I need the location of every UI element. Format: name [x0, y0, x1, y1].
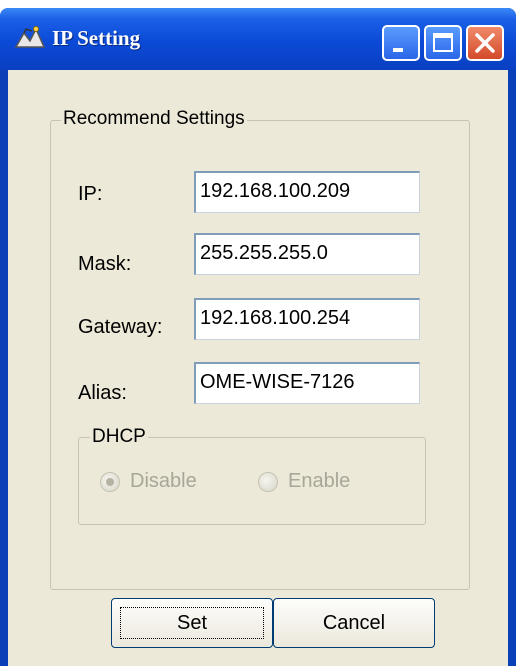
close-button[interactable]	[466, 25, 504, 61]
minimize-icon	[393, 48, 403, 52]
ip-label: IP:	[78, 183, 103, 205]
mask-field[interactable]: 255.255.255.0	[194, 233, 420, 275]
gateway-label: Gateway:	[78, 316, 163, 338]
focus-rectangle	[120, 607, 264, 639]
alias-field[interactable]: OME-WISE-7126	[194, 362, 420, 404]
set-button[interactable]: Set	[111, 598, 273, 648]
radio-checked-icon	[100, 471, 120, 492]
maximize-button[interactable]	[424, 25, 462, 61]
dhcp-enable-radio[interactable]: Enable	[258, 470, 350, 493]
cancel-button-label: Cancel	[322, 611, 386, 634]
ip-setting-window: IP Setting Recommend Settings IP: 192.16…	[0, 8, 516, 666]
recommend-settings-label: Recommend Settings	[61, 108, 247, 130]
gateway-field[interactable]: 192.168.100.254	[194, 298, 420, 340]
cancel-button[interactable]: Cancel	[273, 598, 435, 648]
dhcp-disable-radio[interactable]: Disable	[100, 470, 197, 493]
minimize-button[interactable]	[382, 25, 420, 61]
dialog-body: Recommend Settings IP: 192.168.100.209 M…	[8, 70, 508, 666]
title-bar[interactable]: IP Setting	[0, 8, 516, 70]
alias-label: Alias:	[78, 382, 127, 404]
ip-field[interactable]: 192.168.100.209	[194, 171, 420, 213]
close-icon	[475, 33, 495, 53]
window-title: IP Setting	[52, 26, 141, 50]
dhcp-disable-label: Disable	[130, 470, 197, 492]
dhcp-enable-label: Enable	[288, 470, 351, 492]
radio-unchecked-icon	[258, 471, 278, 492]
mask-label: Mask:	[78, 253, 132, 275]
maximize-icon	[433, 33, 453, 52]
network-wizard-icon	[14, 26, 46, 48]
dhcp-label: DHCP	[90, 426, 148, 448]
